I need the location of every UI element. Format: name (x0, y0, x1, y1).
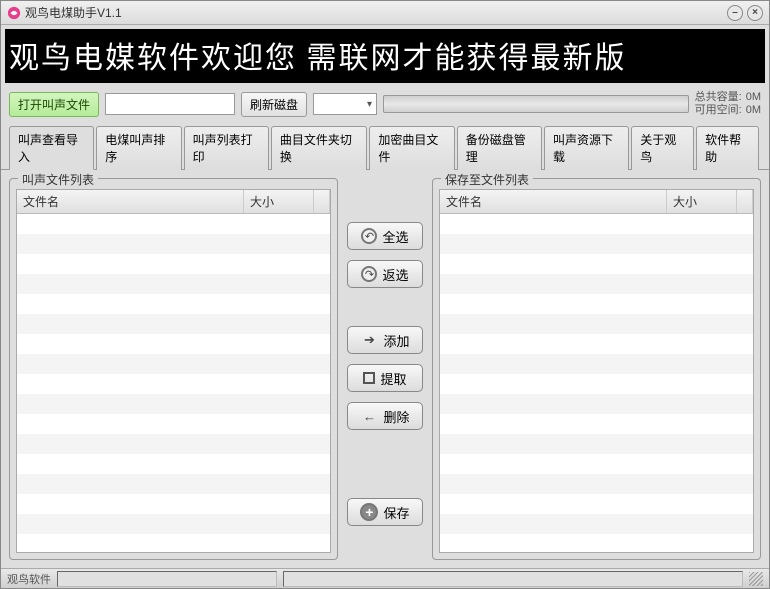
status-bar: 观鸟软件 (1, 568, 769, 588)
save-button[interactable]: + 保存 (347, 498, 423, 526)
window-controls: – × (727, 5, 763, 21)
add-label: 添加 (383, 331, 409, 350)
status-app-label: 观鸟软件 (7, 571, 51, 587)
col-extra[interactable] (737, 190, 753, 213)
status-segment-2 (283, 571, 743, 587)
invert-icon: ↷ (361, 266, 377, 282)
extract-icon (363, 372, 375, 384)
disk-info: 总共容量: 0M 可用空间: 0M (695, 91, 761, 117)
select-all-button[interactable]: ↶ 全选 (347, 222, 423, 250)
col-extra[interactable] (314, 190, 330, 213)
titlebar: 观鸟电煤助手V1.1 – × (1, 1, 769, 25)
select-all-icon: ↶ (361, 228, 377, 244)
status-segment-1 (57, 571, 277, 587)
arrow-right-icon: ➔ (360, 331, 378, 349)
close-button[interactable]: × (747, 5, 763, 21)
col-filename[interactable]: 文件名 (17, 190, 244, 213)
target-panel-title: 保存至文件列表 (441, 171, 533, 188)
disk-total-label: 总共容量: (695, 91, 742, 104)
source-panel-title: 叫声文件列表 (18, 171, 98, 188)
extract-button[interactable]: 提取 (347, 364, 423, 392)
app-icon (7, 6, 21, 20)
tab-bar: 叫声查看导入电煤叫声排序叫声列表打印曲目文件夹切换加密曲目文件备份磁盘管理叫声资… (1, 125, 769, 170)
tab-8[interactable]: 软件帮助 (696, 126, 759, 170)
save-label: 保存 (383, 503, 409, 522)
add-button[interactable]: ➔ 添加 (347, 326, 423, 354)
select-all-label: 全选 (382, 227, 408, 246)
source-list-body[interactable] (17, 214, 330, 552)
source-list[interactable]: 文件名 大小 (16, 189, 331, 553)
disk-select[interactable] (313, 93, 377, 115)
welcome-banner: 观鸟电媒软件欢迎您 需联网才能获得最新版 (5, 29, 765, 83)
disk-total-value: 0M (746, 91, 761, 104)
tab-0[interactable]: 叫声查看导入 (9, 126, 94, 170)
open-file-button[interactable]: 打开叫声文件 (9, 92, 99, 117)
tab-content: 叫声文件列表 文件名 大小 ↶ 全选 ↷ 返选 ➔ 添 (1, 170, 769, 568)
minimize-button[interactable]: – (727, 5, 743, 21)
extract-label: 提取 (380, 369, 406, 388)
delete-button[interactable]: ← 删除 (347, 402, 423, 430)
disk-free-label: 可用空间: (695, 104, 742, 117)
source-list-header: 文件名 大小 (17, 190, 330, 214)
window-title: 观鸟电煤助手V1.1 (25, 4, 727, 21)
invert-label: 返选 (382, 265, 408, 284)
tab-6[interactable]: 叫声资源下载 (544, 126, 629, 170)
invert-select-button[interactable]: ↷ 返选 (347, 260, 423, 288)
save-plus-icon: + (360, 503, 378, 521)
target-list-body[interactable] (440, 214, 753, 552)
arrow-left-icon: ← (360, 407, 378, 425)
tab-1[interactable]: 电煤叫声排序 (96, 126, 181, 170)
disk-usage-bar (383, 95, 689, 113)
tab-4[interactable]: 加密曲目文件 (369, 126, 454, 170)
col-size[interactable]: 大小 (244, 190, 314, 213)
tab-7[interactable]: 关于观鸟 (631, 126, 694, 170)
delete-label: 删除 (383, 407, 409, 426)
transfer-buttons: ↶ 全选 ↷ 返选 ➔ 添加 提取 ← 删除 + 保存 (342, 178, 428, 560)
col-filename[interactable]: 文件名 (440, 190, 667, 213)
tab-5[interactable]: 备份磁盘管理 (457, 126, 542, 170)
refresh-disk-button[interactable]: 刷新磁盘 (241, 92, 307, 117)
target-panel: 保存至文件列表 文件名 大小 (432, 178, 761, 560)
tab-2[interactable]: 叫声列表打印 (184, 126, 269, 170)
resize-grip-icon[interactable] (749, 572, 763, 586)
file-path-input[interactable] (105, 93, 235, 115)
target-list[interactable]: 文件名 大小 (439, 189, 754, 553)
tab-3[interactable]: 曲目文件夹切换 (271, 126, 368, 170)
disk-free-value: 0M (746, 104, 761, 117)
col-size[interactable]: 大小 (667, 190, 737, 213)
source-panel: 叫声文件列表 文件名 大小 (9, 178, 338, 560)
target-list-header: 文件名 大小 (440, 190, 753, 214)
toolbar: 打开叫声文件 刷新磁盘 总共容量: 0M 可用空间: 0M (1, 87, 769, 121)
main-window: 观鸟电煤助手V1.1 – × 观鸟电媒软件欢迎您 需联网才能获得最新版 打开叫声… (0, 0, 770, 589)
